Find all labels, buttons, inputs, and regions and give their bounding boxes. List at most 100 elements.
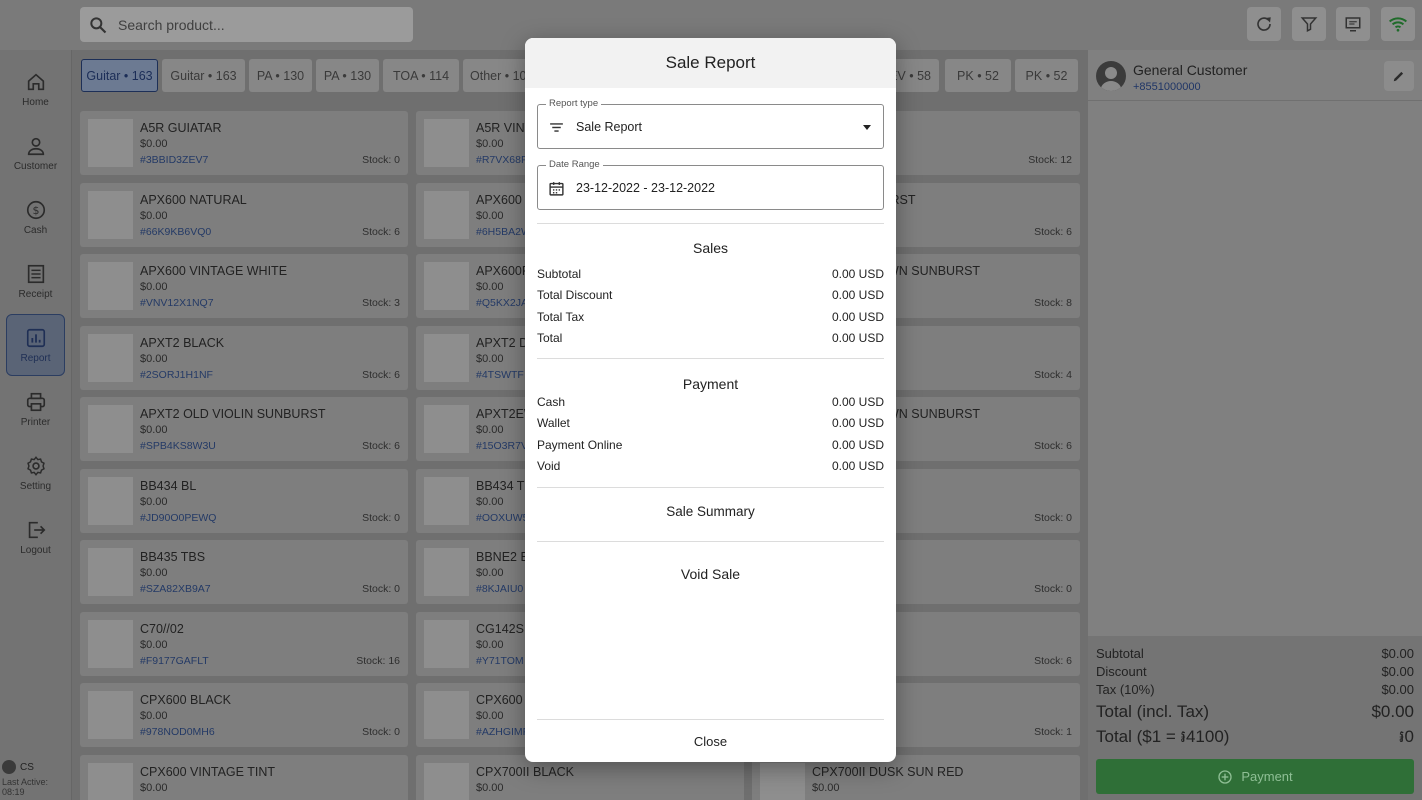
product-stock: Stock: 6 [1034, 225, 1072, 238]
product-card[interactable]: BB434 BL $0.00 #JD90O0PEWQ Stock: 0 [80, 468, 408, 533]
product-stock: Stock: 16 [356, 654, 400, 667]
pencil-icon [1393, 71, 1404, 82]
total-incl-value: $0.00 [1371, 702, 1414, 721]
product-thumbnail [424, 119, 469, 167]
nav-receipt[interactable]: Receipt [6, 250, 65, 312]
dialog-title: Sale Report [525, 38, 896, 88]
product-card[interactable]: CPX600 BLACK $0.00 #978NOD0MH6 Stock: 0 [80, 683, 408, 747]
product-card[interactable]: APXT2 OLD VIOLIN SUNBURST $0.00 #SPB4KS8W3… [80, 397, 408, 461]
product-stock: Stock: 6 [1034, 654, 1072, 667]
total-riel-label: Total ($1 = ៛4100) [1096, 727, 1230, 746]
category-chip[interactable]: PA • 130 [316, 59, 379, 92]
tax-row: Tax (10%) $0.00 [1096, 682, 1414, 697]
nav-customer[interactable]: Customer [6, 122, 65, 184]
product-thumbnail [88, 119, 133, 167]
row-label: Payment Online [537, 438, 623, 452]
nav-setting[interactable]: Setting [6, 442, 65, 504]
row-value: 0.00 USD [831, 459, 884, 473]
category-chip[interactable]: TOA • 114 [383, 59, 459, 92]
search-input[interactable] [118, 16, 388, 33]
row-label: Total [537, 331, 563, 345]
product-code: #AZHGIMF [476, 726, 530, 738]
divider [537, 487, 884, 488]
product-code: #15O3R7V [476, 440, 528, 452]
product-stock: Stock: 6 [1034, 440, 1072, 452]
nav-printer[interactable]: Printer [6, 378, 65, 440]
product-thumbnail [88, 333, 133, 382]
customer-row[interactable]: General Customer +8551000000 [1096, 61, 1414, 101]
category-chip[interactable]: Other • 10 [463, 59, 531, 92]
product-name: APXT2 OLD VIOLIN SUNBURST [140, 407, 326, 421]
product-card[interactable]: C70//02 $0.00 #F9177GAFLT Stock: 16 [80, 611, 408, 676]
product-card[interactable]: CPX600 VINTAGE TINT $0.00 [80, 754, 408, 800]
report-type-select[interactable]: Report type Sale Report [537, 98, 884, 149]
category-chip[interactable]: PA • 130 [249, 59, 312, 92]
product-card[interactable]: APX600 VINTAGE WHITE $0.00 #VNV12X1NQ7 Stoc… [80, 254, 408, 318]
category-chip[interactable]: PK • 52 [1015, 59, 1078, 92]
product-thumbnail [424, 548, 469, 596]
product-code: #OOXUW5 [476, 511, 529, 524]
product-name: A5R VINT [476, 121, 533, 135]
product-price: $0.00 [476, 209, 504, 222]
close-button[interactable]: Close [525, 734, 896, 749]
product-thumbnail [88, 619, 133, 668]
total-riel-value: ៛0 [1399, 727, 1414, 746]
divider [537, 541, 884, 542]
product-stock: Stock: 0 [1034, 511, 1072, 524]
product-stock: Stock: 3 [362, 297, 400, 309]
product-stock: Stock: 6 [362, 440, 400, 452]
last-active: Last Active: 08:19 [2, 777, 49, 797]
product-card[interactable]: A5R GUIATAR $0.00 #3BBID3ZEV7 Stock: 0 [80, 111, 408, 175]
product-name: C70//02 [140, 621, 184, 636]
wifi-button[interactable] [1381, 7, 1415, 41]
product-price: $0.00 [476, 424, 504, 436]
row-label: Subtotal [537, 267, 582, 281]
chevron-down-icon [863, 125, 871, 130]
discount-row: Discount $0.00 [1096, 664, 1414, 679]
product-stock: Stock: 4 [1034, 368, 1072, 381]
filter-button[interactable] [1292, 7, 1326, 41]
user-initials: CS [20, 761, 34, 773]
category-chip[interactable]: Guitar • 163 [162, 59, 245, 92]
product-card[interactable]: BB435 TBS $0.00 #SZA82XB9A7 Stock: 0 [80, 540, 408, 604]
row-value: 0.00 USD [831, 416, 884, 430]
product-name: APX600 NATURAL [140, 192, 247, 207]
search-box[interactable] [80, 7, 413, 42]
category-chip[interactable]: Guitar • 163 [81, 59, 158, 92]
cart-panel: General Customer +8551000000 Subtotal $0… [1088, 50, 1422, 800]
product-price: $0.00 [476, 710, 504, 722]
edit-customer-button[interactable] [1384, 61, 1414, 91]
payment-label: Payment [1241, 769, 1293, 784]
product-thumbnail [88, 476, 133, 525]
person-icon [27, 137, 44, 155]
product-price: $0.00 [476, 281, 504, 293]
product-price: $0.00 [140, 781, 168, 794]
product-name: BB435 TBS [140, 550, 206, 564]
wifi-icon [1389, 17, 1407, 32]
sale-report-dialog: Sale Report Report type Sale Report Date… [525, 38, 896, 762]
category-chip[interactable]: PK • 52 [945, 59, 1011, 92]
product-name: APX600F [476, 264, 530, 278]
refresh-button[interactable] [1247, 7, 1281, 41]
display-button[interactable] [1336, 7, 1370, 41]
product-thumbnail [424, 476, 469, 525]
row-value: 0.00 USD [831, 267, 884, 281]
nav-home[interactable]: Home [6, 58, 65, 120]
product-stock: Stock: 6 [362, 225, 400, 238]
payment-button[interactable]: Payment [1096, 759, 1414, 794]
product-name: BB434 BL [140, 478, 197, 493]
product-name: CPX600 VINTAGE TINT [140, 764, 275, 779]
product-card[interactable]: APXT2 BLACK $0.00 #2SORJ1H1NF Stock: 6 [80, 325, 408, 390]
product-card[interactable]: APX600 NATURAL $0.00 #66K9KB6VQ0 Stock: 6 [80, 182, 408, 247]
logout-icon [28, 521, 45, 538]
nav-report[interactable]: Report [6, 314, 65, 376]
product-thumbnail [88, 691, 133, 739]
nav-logout[interactable]: Logout [6, 506, 65, 568]
row-label: Total Discount [537, 288, 613, 302]
date-range-field[interactable]: Date Range 23-12-2022 - 23-12-2022 [537, 159, 884, 210]
product-price: $0.00 [476, 638, 504, 651]
nav-cash[interactable]: $ Cash [6, 186, 65, 248]
gear-icon [26, 455, 45, 476]
nav-label: Home [22, 96, 49, 108]
product-thumbnail [88, 762, 133, 800]
